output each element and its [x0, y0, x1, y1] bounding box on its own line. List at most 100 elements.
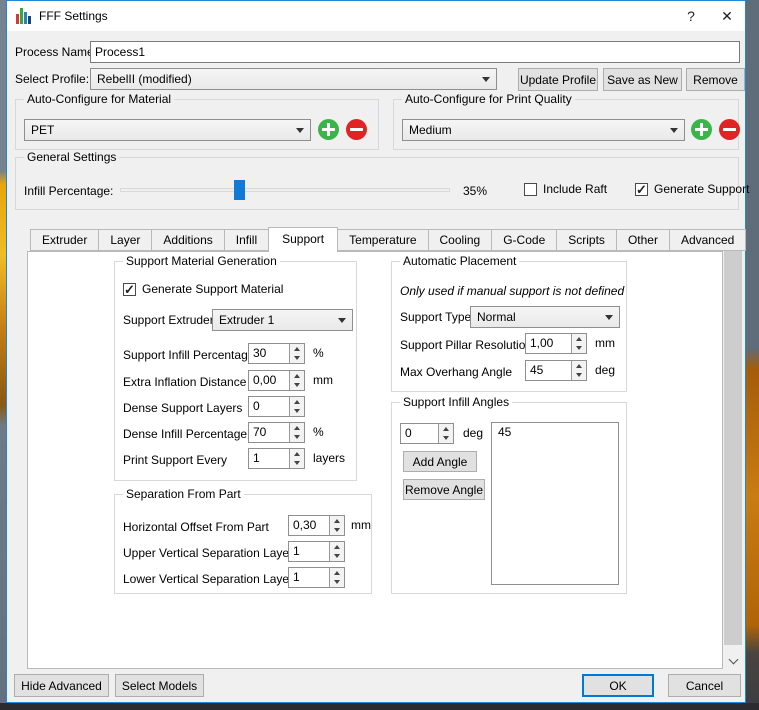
quality-combobox[interactable]: Medium: [402, 119, 685, 141]
support-infill-percentage-label: Support Infill Percentage: [123, 348, 254, 362]
chevron-down-icon: [670, 128, 678, 133]
chevron-down-icon: [296, 128, 304, 133]
remove-profile-button[interactable]: Remove: [686, 68, 745, 91]
select-profile-label: Select Profile:: [15, 72, 89, 86]
generate-support-material-label: Generate Support Material: [142, 282, 283, 296]
dense-infill-percentage-spinbox[interactable]: 70: [248, 422, 305, 443]
dense-support-layers-spinbox[interactable]: 0: [248, 396, 305, 417]
tab-support[interactable]: Support: [268, 227, 338, 252]
print-support-every-spinbox[interactable]: 1: [248, 448, 305, 469]
tab-gcode[interactable]: G-Code: [492, 229, 557, 251]
general-settings-group: General Settings Infill Percentage: 35% …: [15, 157, 739, 210]
support-pillar-resolution-spinbox[interactable]: 1,00: [525, 333, 587, 354]
infill-angles-listbox[interactable]: 45: [491, 422, 619, 585]
lower-vertical-separation-spinbox[interactable]: 1: [288, 567, 345, 588]
max-overhang-angle-label: Max Overhang Angle: [400, 365, 512, 379]
add-quality-button[interactable]: [691, 119, 712, 140]
tab-scripts[interactable]: Scripts: [557, 229, 617, 251]
tab-infill[interactable]: Infill: [225, 229, 269, 251]
tab-temperature[interactable]: Temperature: [338, 229, 428, 251]
ok-button[interactable]: OK: [582, 674, 654, 697]
cancel-button[interactable]: Cancel: [668, 674, 741, 697]
print-support-every-label: Print Support Every: [123, 453, 227, 467]
remove-material-button[interactable]: [346, 119, 367, 140]
add-angle-button[interactable]: Add Angle: [403, 451, 477, 472]
tab-additions[interactable]: Additions: [152, 229, 224, 251]
scrollbar-thumb[interactable]: [724, 247, 742, 645]
help-button[interactable]: ?: [673, 2, 709, 31]
tab-layer[interactable]: Layer: [99, 229, 152, 251]
auto-configure-material-title: Auto-Configure for Material: [24, 92, 174, 106]
spin-arrows[interactable]: [329, 568, 344, 587]
support-tab-panel: Support Material Generation Generate Sup…: [27, 251, 723, 669]
app-logo-icon: [16, 8, 31, 24]
include-raft-checkbox[interactable]: [524, 183, 537, 196]
tab-cooling[interactable]: Cooling: [429, 229, 493, 251]
remove-angle-button[interactable]: Remove Angle: [403, 479, 485, 500]
process-name-input[interactable]: [90, 41, 740, 63]
infill-percentage-slider[interactable]: [120, 180, 450, 200]
infill-percentage-value: 35%: [463, 184, 487, 198]
chevron-down-icon: [338, 318, 346, 323]
automatic-placement-group: Automatic Placement Only used if manual …: [391, 261, 627, 392]
close-button[interactable]: ✕: [709, 2, 745, 31]
spin-arrows[interactable]: [329, 516, 344, 535]
auto-configure-quality-title: Auto-Configure for Print Quality: [402, 92, 575, 106]
scroll-down-arrow[interactable]: [723, 653, 743, 669]
auto-configure-material-group: Auto-Configure for Material PET: [15, 99, 379, 150]
horizontal-offset-label: Horizontal Offset From Part: [123, 520, 269, 534]
profile-combobox[interactable]: RebelII (modified): [90, 68, 497, 90]
max-overhang-angle-spinbox[interactable]: 45: [525, 360, 587, 381]
spin-arrows[interactable]: [289, 371, 304, 390]
support-infill-angles-group: Support Infill Angles 0 deg Add Angle Re…: [391, 402, 627, 594]
update-profile-button[interactable]: Update Profile: [518, 68, 598, 91]
spin-arrows[interactable]: [571, 334, 586, 353]
spin-arrows[interactable]: [438, 424, 453, 443]
select-models-button[interactable]: Select Models: [115, 674, 204, 697]
spin-arrows[interactable]: [329, 542, 344, 561]
horizontal-offset-spinbox[interactable]: 0,30: [288, 515, 345, 536]
tab-advanced[interactable]: Advanced: [670, 229, 746, 251]
title-bar: FFF Settings ? ✕: [7, 1, 745, 31]
upper-vertical-separation-spinbox[interactable]: 1: [288, 541, 345, 562]
auto-configure-quality-group: Auto-Configure for Print Quality Medium: [393, 99, 739, 150]
tab-other[interactable]: Other: [617, 229, 670, 251]
chevron-down-icon: [482, 77, 490, 82]
infill-percentage-label: Infill Percentage:: [24, 184, 113, 198]
spin-arrows[interactable]: [289, 449, 304, 468]
generate-support-material-checkbox[interactable]: [123, 283, 136, 296]
spin-arrows[interactable]: [289, 344, 304, 363]
slider-handle[interactable]: [234, 180, 245, 200]
material-combobox[interactable]: PET: [24, 119, 311, 141]
tab-extruder[interactable]: Extruder: [30, 229, 99, 251]
vertical-scrollbar[interactable]: [723, 229, 743, 669]
angle-list-item[interactable]: 45: [492, 423, 618, 441]
hide-advanced-button[interactable]: Hide Advanced: [14, 674, 109, 697]
generate-support-checkbox[interactable]: [635, 183, 648, 196]
separation-from-part-group: Separation From Part Horizontal Offset F…: [114, 494, 372, 594]
remove-quality-button[interactable]: [719, 119, 740, 140]
extra-inflation-distance-spinbox[interactable]: 0,00: [248, 370, 305, 391]
spin-arrows[interactable]: [289, 423, 304, 442]
slider-track: [120, 188, 450, 192]
desktop-background-right: [746, 0, 759, 710]
desktop-background-bottom: [0, 703, 759, 710]
generate-support-checkbox-row[interactable]: Generate Support: [635, 182, 749, 196]
support-extruder-combobox[interactable]: Extruder 1: [212, 309, 353, 331]
spin-arrows[interactable]: [571, 361, 586, 380]
generate-support-material-row[interactable]: Generate Support Material: [123, 282, 283, 296]
add-material-button[interactable]: [318, 119, 339, 140]
support-infill-percentage-spinbox[interactable]: 30: [248, 343, 305, 364]
support-extruder-label: Support Extruder: [123, 313, 214, 327]
include-raft-checkbox-row[interactable]: Include Raft: [524, 182, 607, 196]
support-type-combobox[interactable]: Normal: [470, 306, 620, 328]
separation-from-part-title: Separation From Part: [123, 487, 244, 501]
spin-arrows[interactable]: [289, 397, 304, 416]
settings-tab-bar: Extruder Layer Additions Infill Support …: [30, 227, 746, 252]
infill-angle-spinbox[interactable]: 0: [400, 423, 454, 444]
support-type-label: Support Type: [400, 310, 471, 324]
support-infill-angles-title: Support Infill Angles: [400, 395, 512, 409]
save-as-new-button[interactable]: Save as New: [603, 68, 682, 91]
window-title: FFF Settings: [39, 9, 108, 23]
extra-inflation-distance-label: Extra Inflation Distance: [123, 375, 246, 389]
